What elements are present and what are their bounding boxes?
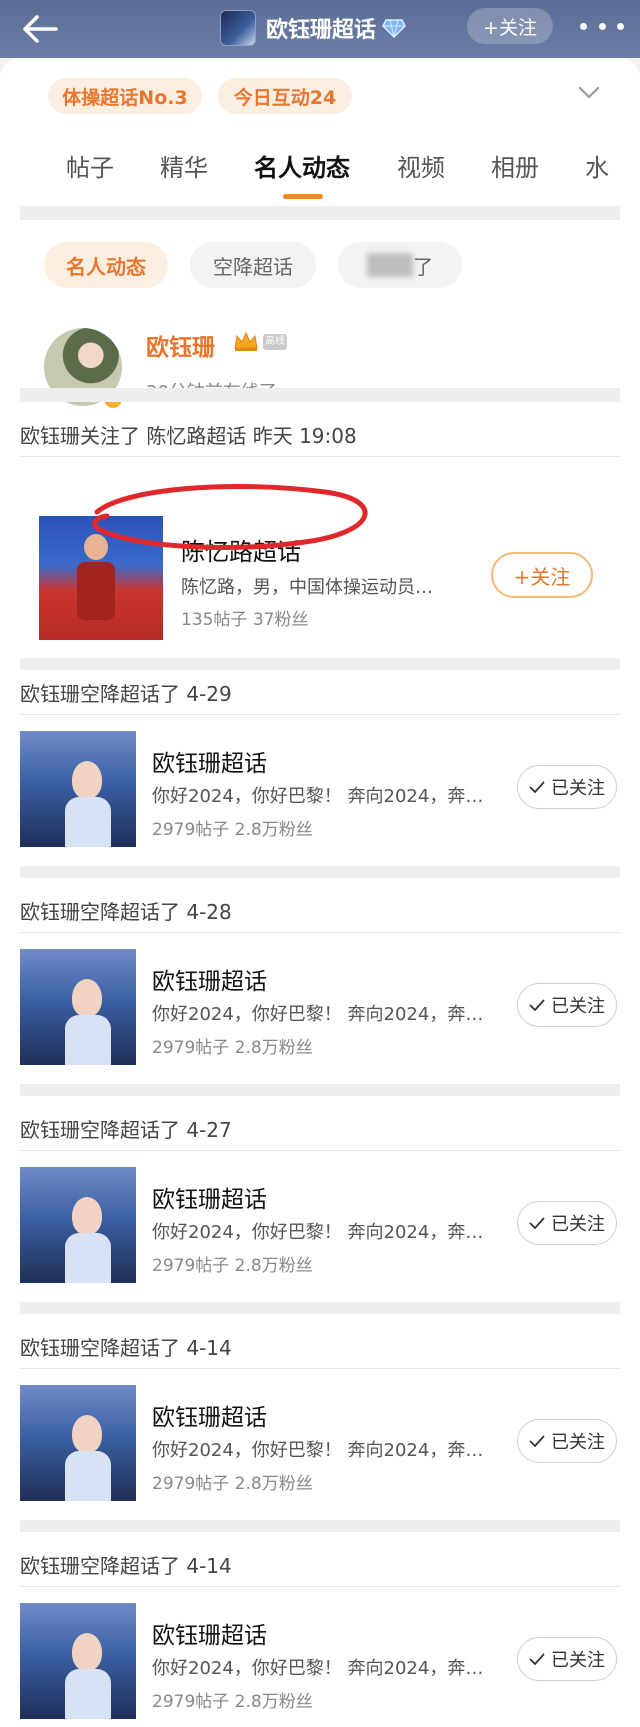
topic-stats: 2979帖子 2.8万粉丝 xyxy=(152,1038,313,1058)
divider-line xyxy=(20,456,620,457)
drop-activity-line: 欧钰珊空降超话了 4-28 xyxy=(20,900,232,924)
topic-avatar xyxy=(220,10,256,46)
topic-thumbnail[interactable] xyxy=(20,1603,136,1719)
topic-thumbnail[interactable] xyxy=(20,949,136,1065)
topic-description: 你好2024，你好巴黎！ 奔向2024，奔… xyxy=(152,786,484,807)
topic-title[interactable]: 欧钰珊超话 xyxy=(152,744,267,778)
divider-line xyxy=(20,1150,620,1151)
tab-featured[interactable]: 精华 xyxy=(160,148,208,183)
divider-line xyxy=(20,1368,620,1369)
followed-button[interactable]: 已关注 xyxy=(517,1419,617,1463)
section-divider xyxy=(20,206,620,220)
top-bar: 欧钰珊超话 +关注 xyxy=(0,0,640,58)
topic-stats: 135帖子 37粉丝 xyxy=(181,610,309,630)
followed-button[interactable]: 已关注 xyxy=(517,983,617,1027)
header-title-group: 欧钰珊超话 xyxy=(220,8,406,48)
header-follow-button[interactable]: +关注 xyxy=(467,8,553,44)
rank-badge[interactable]: 体操超话No.3 xyxy=(48,78,202,114)
topic-title[interactable]: 欧钰珊超话 xyxy=(152,1180,267,1214)
topic-title[interactable]: 欧钰珊超话 xyxy=(152,962,267,996)
tab-albums[interactable]: 相册 xyxy=(491,148,539,183)
level-tag: 高线 xyxy=(263,334,287,350)
checkmark-icon xyxy=(529,1653,545,1665)
section-divider xyxy=(20,1302,620,1314)
diamond-icon xyxy=(382,19,406,38)
checkmark-icon xyxy=(529,1217,545,1229)
filter-chip-blurred[interactable]: ▒▒▒ 了 xyxy=(338,242,462,288)
topic-title[interactable]: 欧钰珊超话 xyxy=(152,1616,267,1650)
topic-stats: 2979帖子 2.8万粉丝 xyxy=(152,820,313,840)
topic-stats: 2979帖子 2.8万粉丝 xyxy=(152,1692,313,1712)
tab-celebrity-updates[interactable]: 名人动态 xyxy=(254,148,350,183)
drop-activity-line: 欧钰珊空降超话了 4-14 xyxy=(20,1554,232,1578)
back-arrow-icon[interactable] xyxy=(20,12,60,46)
divider-line xyxy=(20,1586,620,1587)
drop-activity-line: 欧钰珊空降超话了 4-27 xyxy=(20,1118,232,1142)
follow-activity-line: 欧钰珊关注了 陈忆路超话 昨天 19:08 xyxy=(20,424,357,448)
topic-title[interactable]: 欧钰珊超话 xyxy=(152,1398,267,1432)
followed-label: 已关注 xyxy=(551,1432,605,1453)
checkmark-icon xyxy=(529,999,545,1011)
followed-label: 已关注 xyxy=(551,996,605,1017)
topic-thumbnail[interactable] xyxy=(20,731,136,847)
topic-thumbnail[interactable] xyxy=(39,516,163,640)
topic-description: 你好2024，你好巴黎！ 奔向2024，奔… xyxy=(152,1004,484,1025)
topic-thumbnail[interactable] xyxy=(20,1385,136,1501)
chevron-down-icon[interactable] xyxy=(578,86,600,100)
section-divider xyxy=(20,866,620,878)
more-options-icon[interactable] xyxy=(580,14,624,38)
celebrity-name[interactable]: 欧钰珊 xyxy=(146,328,215,362)
followed-label: 已关注 xyxy=(551,1650,605,1671)
page-title: 欧钰珊超话 xyxy=(266,18,377,43)
checkmark-icon xyxy=(529,781,545,793)
topic-title[interactable]: 陈忆路超话 xyxy=(181,532,301,567)
divider-line xyxy=(20,932,620,933)
topic-description: 你好2024，你好巴黎！ 奔向2024，奔… xyxy=(152,1658,484,1679)
follow-topic-button[interactable]: +关注 xyxy=(491,552,593,598)
followed-button[interactable]: 已关注 xyxy=(517,1201,617,1245)
drop-activity-line: 欧钰珊空降超话了 4-14 xyxy=(20,1336,232,1360)
topic-stats: 2979帖子 2.8万粉丝 xyxy=(152,1256,313,1276)
section-divider xyxy=(20,1084,620,1096)
crown-icon xyxy=(234,331,258,351)
checkmark-icon xyxy=(529,1435,545,1447)
topic-description: 陈忆路，男，中国体操运动员… xyxy=(181,577,433,598)
active-tab-indicator xyxy=(283,194,323,199)
tab-chat[interactable]: 水 xyxy=(585,148,609,183)
main-sheet: 体操超话No.3 今日互动24 帖子 精华 名人动态 视频 相册 水 名人动态 … xyxy=(0,58,640,1727)
followed-button[interactable]: 已关注 xyxy=(517,765,617,809)
topic-stats: 2979帖子 2.8万粉丝 xyxy=(152,1474,313,1494)
topic-description: 你好2024，你好巴黎！ 奔向2024，奔… xyxy=(152,1222,484,1243)
tab-videos[interactable]: 视频 xyxy=(397,148,445,183)
filter-chip-celebrity[interactable]: 名人动态 xyxy=(44,242,168,288)
interaction-badge[interactable]: 今日互动24 xyxy=(218,78,352,114)
tab-bar: 帖子 精华 名人动态 视频 相册 水 xyxy=(0,148,640,208)
divider-line xyxy=(20,714,620,715)
drop-activity-line: 欧钰珊空降超话了 4-29 xyxy=(20,682,232,706)
followed-label: 已关注 xyxy=(551,1214,605,1235)
followed-label: 已关注 xyxy=(551,778,605,799)
topic-thumbnail[interactable] xyxy=(20,1167,136,1283)
section-divider xyxy=(20,658,620,670)
topic-description: 你好2024，你好巴黎！ 奔向2024，奔… xyxy=(152,1440,484,1461)
section-divider xyxy=(20,388,620,402)
section-divider xyxy=(20,1520,620,1532)
tab-posts[interactable]: 帖子 xyxy=(66,148,114,183)
filter-chip-drops[interactable]: 空降超话 xyxy=(190,242,316,288)
followed-button[interactable]: 已关注 xyxy=(517,1637,617,1681)
